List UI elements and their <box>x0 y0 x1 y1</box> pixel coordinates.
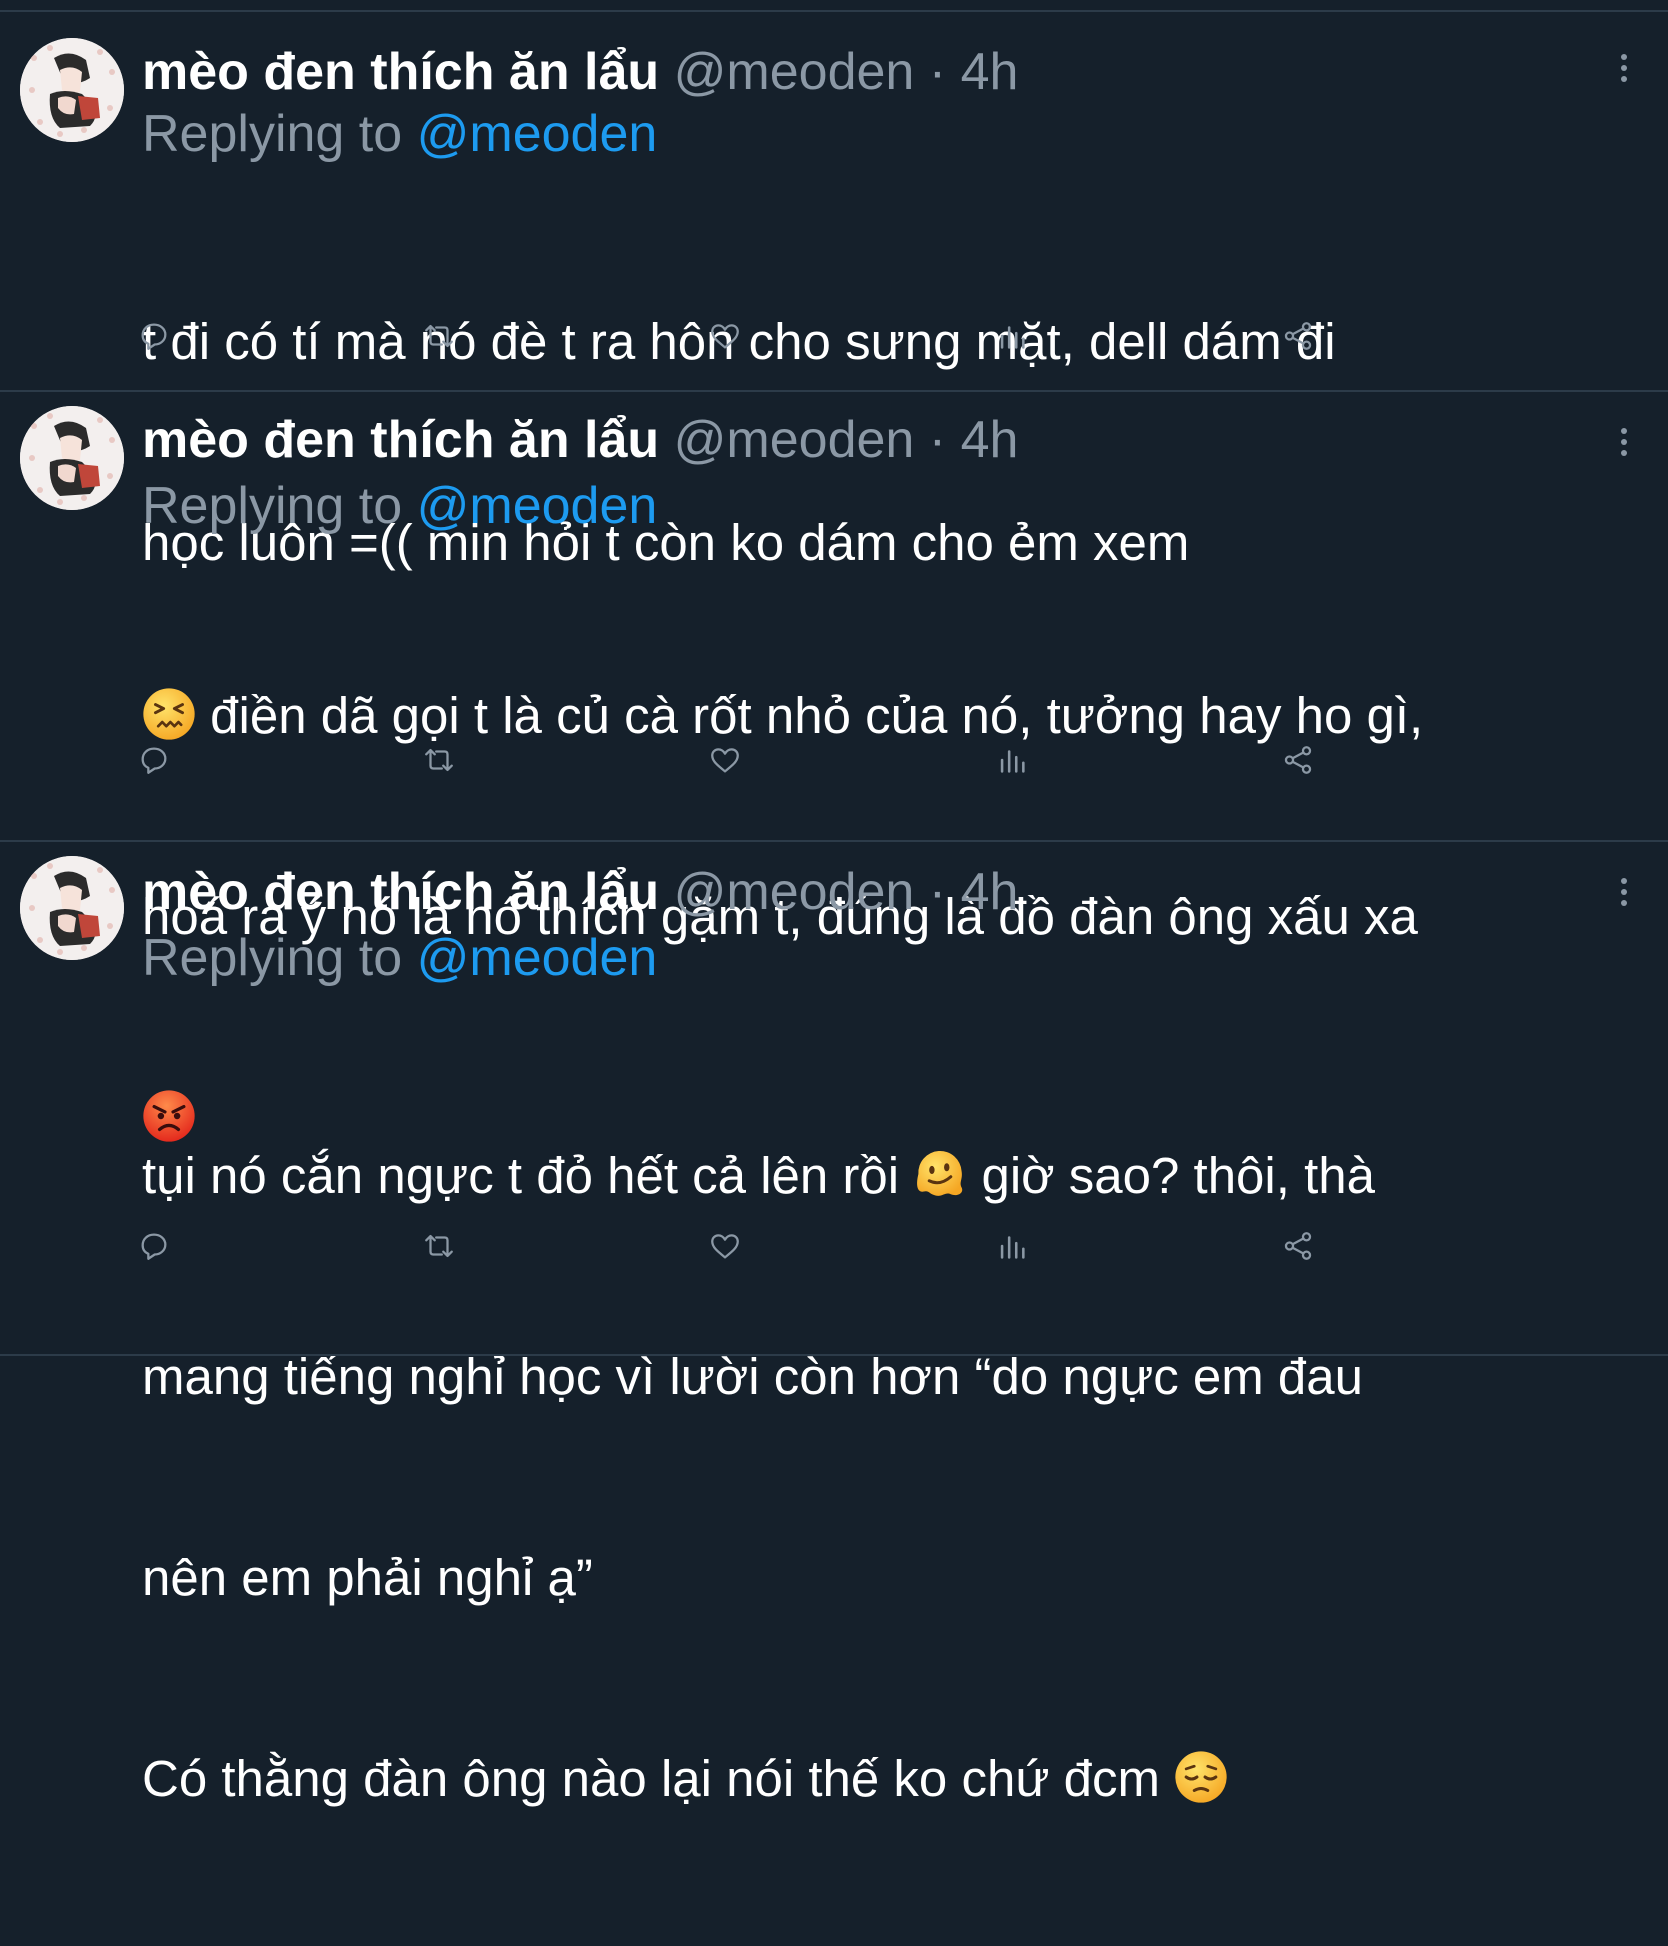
replying-to: Replying to @meoden <box>142 928 657 988</box>
tweet-text-segment: tụi nó cắn ngực t đỏ hết cả lên rồi <box>142 1147 914 1204</box>
user-handle[interactable]: @meoden <box>674 43 915 101</box>
views-icon[interactable] <box>992 316 1032 356</box>
tweet-text-line: Có thằng đàn ông nào lại nói thế ko chứ … <box>142 1745 1642 1812</box>
tweet-text-segment: giờ sao? thôi, thà <box>967 1147 1375 1204</box>
timestamp[interactable]: 4h <box>961 863 1019 921</box>
reply-icon[interactable] <box>134 1226 174 1266</box>
views-icon[interactable] <box>992 1226 1032 1266</box>
avatar[interactable] <box>20 856 124 960</box>
replying-to: Replying to @meoden <box>142 104 657 164</box>
replying-mention[interactable]: @meoden <box>417 105 658 163</box>
avatar[interactable] <box>20 406 124 510</box>
like-icon[interactable] <box>705 1226 745 1266</box>
timestamp[interactable]: 4h <box>961 43 1019 101</box>
more-options-icon[interactable] <box>1614 48 1634 88</box>
tweet-separator <box>0 1354 1668 1356</box>
separator-dot: · <box>928 411 947 469</box>
avatar[interactable] <box>20 38 124 142</box>
display-name[interactable]: mèo đen thích ăn lẩu <box>142 43 659 101</box>
tweet-header: mèo đen thích ăn lẩu @meoden · 4h <box>142 42 1018 102</box>
user-handle[interactable]: @meoden <box>674 863 915 921</box>
share-icon[interactable] <box>1278 1226 1318 1266</box>
display-name[interactable]: mèo đen thích ăn lẩu <box>142 411 659 469</box>
tweet-header: mèo đen thích ăn lẩu @meoden · 4h <box>142 410 1018 470</box>
share-icon[interactable] <box>1278 740 1318 780</box>
share-icon[interactable] <box>1278 316 1318 356</box>
melting-face-emoji <box>913 1147 967 1201</box>
views-icon[interactable] <box>992 740 1032 780</box>
more-options-icon[interactable] <box>1614 872 1634 912</box>
reply-icon[interactable] <box>134 740 174 780</box>
replying-mention[interactable]: @meoden <box>417 477 658 535</box>
tweet-header: mèo đen thích ăn lẩu @meoden · 4h <box>142 862 1018 922</box>
tweet-actions <box>141 740 1412 780</box>
replying-prefix: Replying to <box>142 105 403 163</box>
retweet-icon[interactable] <box>419 1226 459 1266</box>
tweet-actions <box>141 316 1412 356</box>
reply-icon[interactable] <box>134 316 174 356</box>
tweet-actions <box>141 1226 1412 1266</box>
separator-dot: · <box>928 43 947 101</box>
retweet-icon[interactable] <box>419 316 459 356</box>
replying-mention[interactable]: @meoden <box>417 929 658 987</box>
timestamp[interactable]: 4h <box>961 411 1019 469</box>
tweet-text-line: nên em phải nghỉ ạ” <box>142 1549 593 1606</box>
tweet-text-segment: Có thằng đàn ông nào lại nói thế ko chứ … <box>142 1750 1175 1807</box>
retweet-icon[interactable] <box>419 740 459 780</box>
display-name[interactable]: mèo đen thích ăn lẩu <box>142 863 659 921</box>
pensive-face-emoji <box>1174 1750 1228 1804</box>
like-icon[interactable] <box>705 316 745 356</box>
tweet-text: tụi nó cắn ngực t đỏ hết cả lên rồi giờ … <box>142 1008 1642 1946</box>
replying-prefix: Replying to <box>142 929 403 987</box>
tweet-text-line: tụi nó cắn ngực t đỏ hết cả lên rồi giờ … <box>142 1142 1642 1209</box>
replying-prefix: Replying to <box>142 477 403 535</box>
confounded-face-emoji <box>142 687 196 741</box>
like-icon[interactable] <box>705 740 745 780</box>
replying-to: Replying to @meoden <box>142 476 657 536</box>
top-border <box>0 10 1668 12</box>
tweet-text-line: điền dã gọi t là củ cà rốt nhỏ của nó, t… <box>142 682 1642 749</box>
user-handle[interactable]: @meoden <box>674 411 915 469</box>
tweet-text-segment: điền dã gọi t là củ cà rốt nhỏ của nó, t… <box>196 687 1424 744</box>
separator-dot: · <box>928 863 947 921</box>
tweet-separator <box>0 840 1668 842</box>
tweet-separator <box>0 390 1668 392</box>
more-options-icon[interactable] <box>1614 422 1634 462</box>
